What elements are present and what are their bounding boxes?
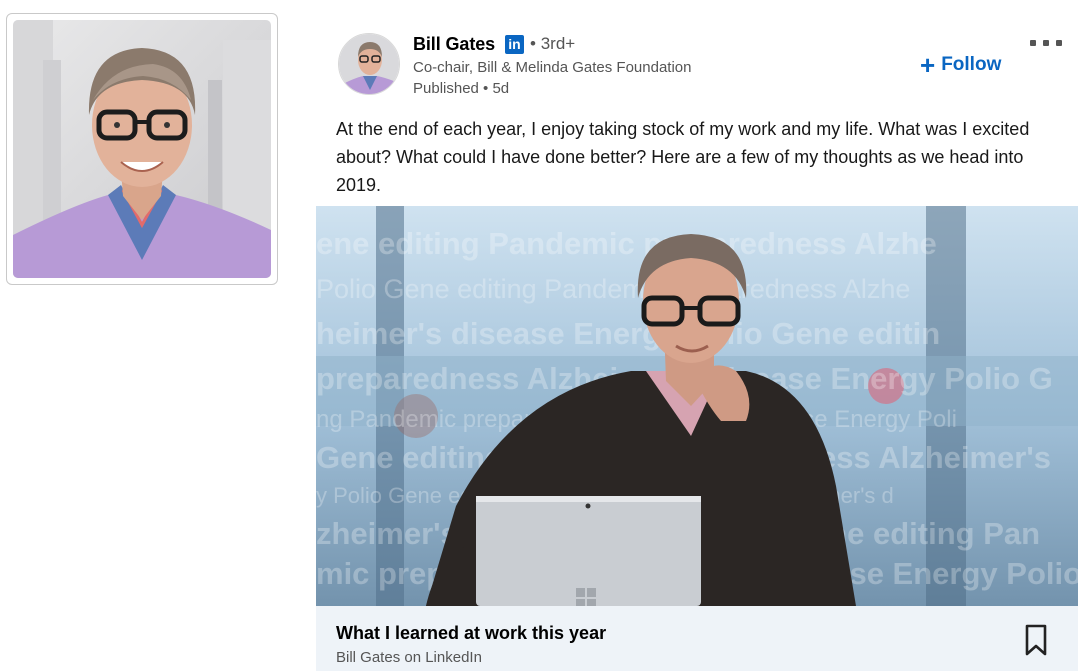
article-title[interactable]: What I learned at work this year	[336, 623, 606, 644]
article-image-illustration: ene editing Pandemic preparedness Alzhe …	[316, 206, 1078, 606]
author-avatar[interactable]	[338, 33, 400, 95]
article-source: Bill Gates on LinkedIn	[336, 649, 482, 666]
article-footer[interactable]: What I learned at work this year Bill Ga…	[316, 606, 1078, 671]
overlay-text-line: ene editing Pandemic preparedness Alzhe	[316, 226, 937, 261]
overlay-text-line: Polio Gene editing Pandemic preparedness…	[316, 274, 910, 304]
linkedin-influencer-icon: in	[505, 34, 525, 54]
profile-photo	[13, 20, 271, 278]
more-dot	[1043, 40, 1049, 46]
bookmark-icon[interactable]	[1024, 624, 1048, 656]
post-text: At the end of each year, I enjoy taking …	[336, 119, 1030, 195]
author-name[interactable]: Bill Gates	[413, 34, 495, 55]
more-dot	[1030, 40, 1036, 46]
overlay-text-line: heimer's disease Energy Polio Gene editi…	[316, 316, 940, 351]
published-time: Published • 5d	[413, 80, 510, 97]
follow-label: Follow	[941, 54, 1002, 75]
article-image[interactable]: ene editing Pandemic preparedness Alzhe …	[316, 206, 1078, 606]
follow-button[interactable]: + Follow	[920, 50, 1001, 80]
author-headline: Co-chair, Bill & Melinda Gates Foundatio…	[413, 59, 692, 76]
plus-icon: +	[920, 50, 936, 80]
connection-degree: • 3rd+	[530, 34, 576, 53]
profile-card	[6, 13, 278, 285]
author-name-row: Bill Gates in • 3rd+	[413, 33, 883, 55]
author-avatar-image	[339, 34, 399, 94]
author-block: Bill Gates in • 3rd+ Co-chair, Bill & Me…	[413, 33, 883, 99]
more-dot	[1056, 40, 1062, 46]
more-options-icon[interactable]	[1030, 36, 1062, 50]
